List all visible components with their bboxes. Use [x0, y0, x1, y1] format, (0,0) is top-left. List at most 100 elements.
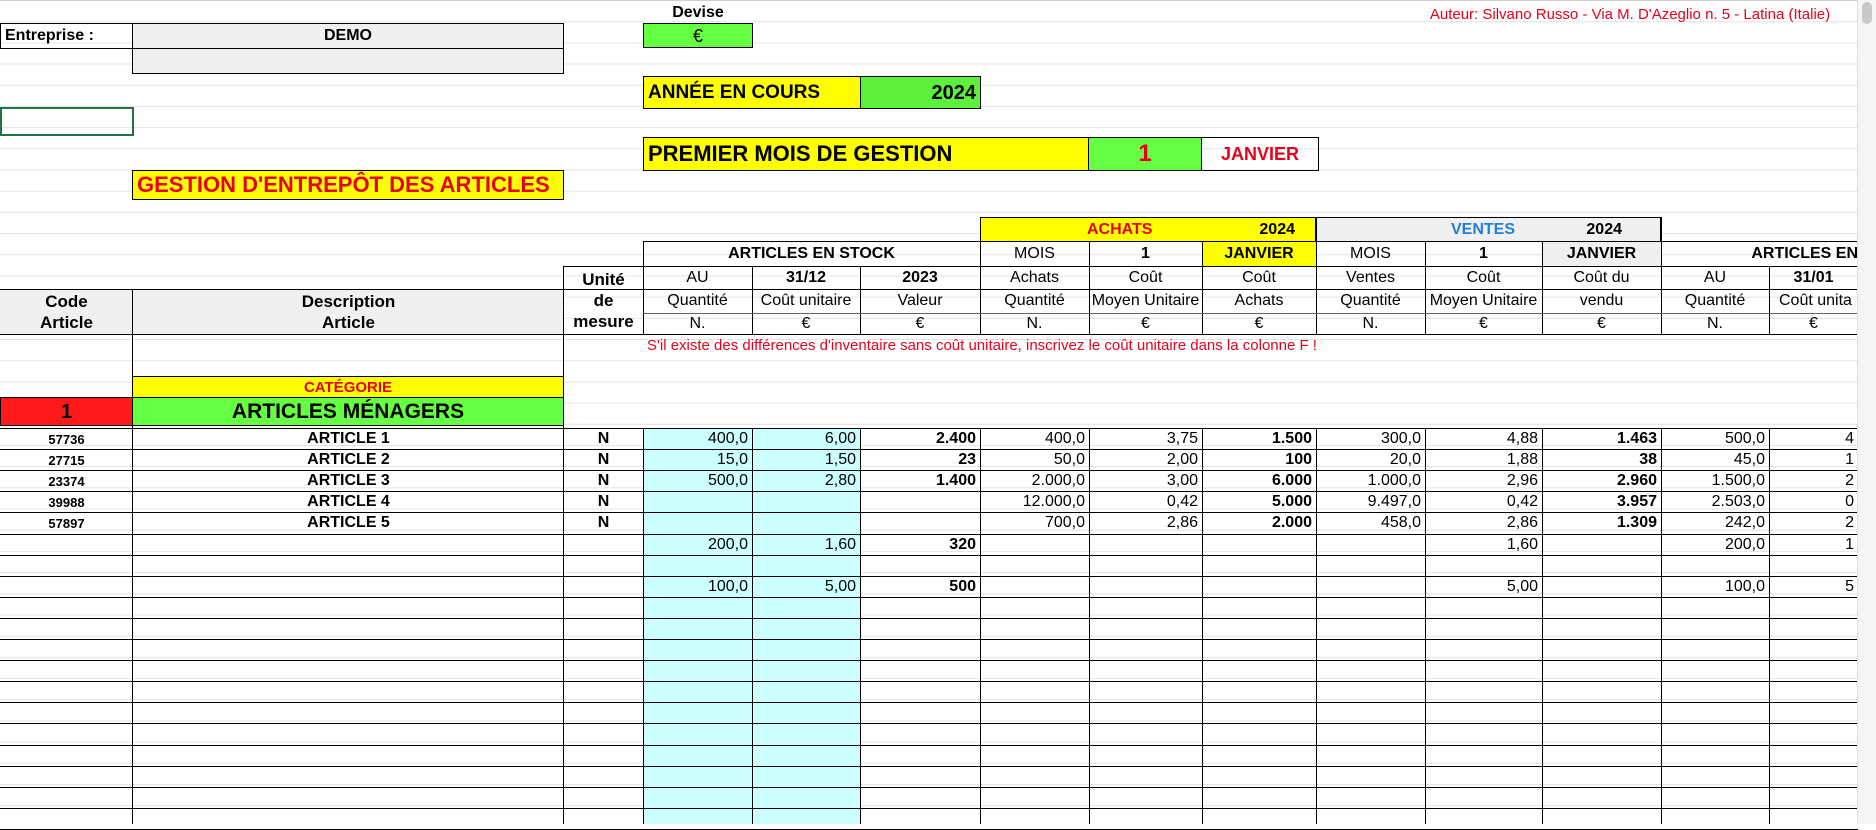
cell-acu[interactable]	[1089, 577, 1202, 597]
cell-vcu[interactable]: 4,88	[1425, 429, 1542, 449]
cell-aq[interactable]	[980, 535, 1089, 555]
cell-av[interactable]: 1.500	[1202, 429, 1316, 449]
cell-acu[interactable]	[1089, 556, 1202, 576]
cell-acu[interactable]: 2,86	[1089, 513, 1202, 533]
cell-vq[interactable]	[1316, 556, 1425, 576]
selected-cell[interactable]	[0, 107, 134, 136]
cell-code[interactable]	[0, 556, 133, 576]
category-name[interactable]: ARTICLES MÉNAGERS	[132, 397, 564, 426]
cell-v[interactable]	[860, 556, 980, 576]
vertical-scrollbar[interactable]	[1857, 0, 1876, 824]
cell-av[interactable]: 6.000	[1202, 471, 1316, 491]
cell-q[interactable]: 100,0	[643, 577, 752, 597]
cell-unit[interactable]: N	[564, 513, 643, 533]
cell-vcu[interactable]: 5,00	[1425, 577, 1542, 597]
cell-vv[interactable]: 1.463	[1542, 429, 1661, 449]
category-number[interactable]: 1	[0, 397, 133, 426]
cell-sq[interactable]	[1661, 556, 1769, 576]
cell-q[interactable]: 200,0	[643, 535, 752, 555]
cell-unit[interactable]	[564, 535, 643, 555]
cell-v[interactable]: 320	[860, 535, 980, 555]
cell-av[interactable]: 2.000	[1202, 513, 1316, 533]
cell-unit[interactable]: N	[564, 471, 643, 491]
cell-code[interactable]: 27715	[0, 450, 133, 470]
cell-code[interactable]	[0, 535, 133, 555]
cell-q[interactable]: 400,0	[643, 429, 752, 449]
cell-vcu[interactable]	[1425, 556, 1542, 576]
cell-desc[interactable]: ARTICLE 3	[133, 471, 564, 491]
cell-vv[interactable]	[1542, 577, 1661, 597]
cell-scu[interactable]: 2	[1769, 513, 1858, 533]
cell-scu[interactable]: 2	[1769, 471, 1858, 491]
cell-q[interactable]	[643, 556, 752, 576]
cell-vq[interactable]: 9.497,0	[1316, 492, 1425, 512]
cell-sq[interactable]: 100,0	[1661, 577, 1769, 597]
cell-aq[interactable]	[980, 556, 1089, 576]
cell-aq[interactable]	[980, 577, 1089, 597]
cell-v[interactable]: 1.400	[860, 471, 980, 491]
cell-scu[interactable]: 5	[1769, 577, 1858, 597]
cell-unit[interactable]: N	[564, 429, 643, 449]
cell-cu[interactable]: 1,50	[752, 450, 860, 470]
cell-cu[interactable]	[752, 492, 860, 512]
cell-aq[interactable]: 400,0	[980, 429, 1089, 449]
cell-vq[interactable]	[1316, 535, 1425, 555]
cell-acu[interactable]: 0,42	[1089, 492, 1202, 512]
cell-cu[interactable]	[752, 556, 860, 576]
cell-q[interactable]: 500,0	[643, 471, 752, 491]
currency-value[interactable]: €	[643, 23, 753, 48]
cell-desc[interactable]: ARTICLE 1	[133, 429, 564, 449]
cell-code[interactable]	[0, 577, 133, 597]
cell-av[interactable]	[1202, 556, 1316, 576]
cell-scu[interactable]	[1769, 556, 1858, 576]
cell-acu[interactable]	[1089, 535, 1202, 555]
cell-desc[interactable]	[133, 577, 564, 597]
cell-q[interactable]	[643, 513, 752, 533]
cell-av[interactable]: 100	[1202, 450, 1316, 470]
cell-vv[interactable]: 2.960	[1542, 471, 1661, 491]
cell-sq[interactable]: 500,0	[1661, 429, 1769, 449]
cell-vv[interactable]: 3.957	[1542, 492, 1661, 512]
cell-aq[interactable]: 12.000,0	[980, 492, 1089, 512]
cell-vv[interactable]	[1542, 535, 1661, 555]
cell-acu[interactable]: 2,00	[1089, 450, 1202, 470]
cell-vcu[interactable]: 2,86	[1425, 513, 1542, 533]
cell-cu[interactable]: 2,80	[752, 471, 860, 491]
cell-vcu[interactable]: 0,42	[1425, 492, 1542, 512]
cell-sq[interactable]: 200,0	[1661, 535, 1769, 555]
cell-sq[interactable]: 2.503,0	[1661, 492, 1769, 512]
cell-unit[interactable]: N	[564, 492, 643, 512]
cell-vq[interactable]: 20,0	[1316, 450, 1425, 470]
cell-vq[interactable]: 300,0	[1316, 429, 1425, 449]
company-value[interactable]: DEMO	[132, 23, 564, 49]
cell-desc[interactable]	[133, 535, 564, 555]
cell-q[interactable]: 15,0	[643, 450, 752, 470]
cell-cu[interactable]	[752, 513, 860, 533]
cell-desc[interactable]: ARTICLE 2	[133, 450, 564, 470]
cell-sq[interactable]: 45,0	[1661, 450, 1769, 470]
cell-sq[interactable]: 242,0	[1661, 513, 1769, 533]
cell-vcu[interactable]: 1,60	[1425, 535, 1542, 555]
cell-code[interactable]: 57897	[0, 513, 133, 533]
cell-unit[interactable]	[564, 556, 643, 576]
cell-v[interactable]: 2.400	[860, 429, 980, 449]
cell-aq[interactable]: 700,0	[980, 513, 1089, 533]
cell-av[interactable]	[1202, 535, 1316, 555]
cell-v[interactable]: 23	[860, 450, 980, 470]
cell-scu[interactable]: 0	[1769, 492, 1858, 512]
cell-vq[interactable]: 458,0	[1316, 513, 1425, 533]
cell-v[interactable]	[860, 513, 980, 533]
cell-desc[interactable]: ARTICLE 5	[133, 513, 564, 533]
cell-desc[interactable]	[133, 556, 564, 576]
cell-v[interactable]: 500	[860, 577, 980, 597]
cell-vcu[interactable]: 1,88	[1425, 450, 1542, 470]
cell-cu[interactable]: 5,00	[752, 577, 860, 597]
cell-acu[interactable]: 3,00	[1089, 471, 1202, 491]
cell-vq[interactable]	[1316, 577, 1425, 597]
cell-vv[interactable]: 38	[1542, 450, 1661, 470]
cell-code[interactable]: 39988	[0, 492, 133, 512]
current-year-value[interactable]: 2024	[860, 76, 981, 109]
cell-sq[interactable]: 1.500,0	[1661, 471, 1769, 491]
cell-cu[interactable]: 1,60	[752, 535, 860, 555]
cell-vq[interactable]: 1.000,0	[1316, 471, 1425, 491]
